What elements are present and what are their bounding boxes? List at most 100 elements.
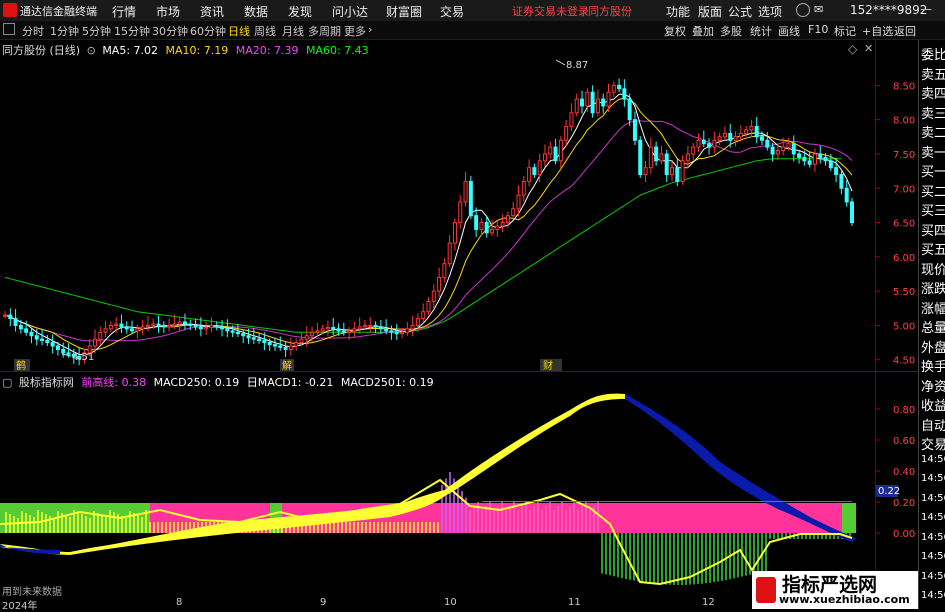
indicator-tick-label: 0.60 (893, 436, 915, 447)
btn-fanhui[interactable]: 返回 (894, 23, 916, 39)
side-panel-item[interactable]: 外盘 (921, 337, 945, 356)
menu-zixun[interactable]: 资讯 (200, 3, 224, 20)
btn-fuquan[interactable]: 复权 (664, 23, 686, 39)
period-more[interactable]: 更多 (344, 23, 366, 39)
menu-banmian[interactable]: 版面 (698, 3, 722, 20)
btn-biaoji[interactable]: 标记 (834, 23, 856, 39)
side-panel-item[interactable]: 14:56 (921, 571, 945, 582)
side-panel-item[interactable]: 涨幅 (921, 298, 945, 317)
btn-zixuan[interactable]: +自选 (862, 23, 893, 39)
menu-wenxiaoda[interactable]: 问小达 (332, 3, 368, 20)
side-panel-item[interactable]: 14:56 (921, 493, 945, 504)
panel-toggle-icon[interactable] (3, 23, 15, 35)
btn-huaxian[interactable]: 画线 (778, 23, 800, 39)
candle-body (294, 342, 299, 347)
menu-gongshi[interactable]: 公式 (728, 3, 752, 20)
candle-body (564, 126, 569, 141)
settings-circle-icon[interactable]: ⊙ (87, 44, 96, 57)
menu-faxian[interactable]: 发现 (288, 3, 312, 20)
period-daily[interactable]: 日线 (228, 23, 250, 39)
kline-chart[interactable]: 8.50 8.00 7.50 7.00 6.50 6.00 5.50 5.00 4.50 8.8… (0, 40, 918, 372)
period-fenshi[interactable]: 分时 (22, 23, 44, 39)
side-panel-item[interactable]: 卖三 (921, 103, 945, 122)
expand-icon[interactable]: ◇ (848, 42, 857, 56)
side-panel-item[interactable]: 卖四 (921, 83, 945, 102)
close-icon[interactable]: ✕ (864, 42, 873, 55)
time-label-sep: 9 (320, 597, 327, 608)
candle-body (521, 180, 526, 196)
side-panel-item[interactable]: 卖二 (921, 122, 945, 141)
side-panel-item[interactable]: 买一 (921, 161, 945, 180)
side-panel-item[interactable]: 总量 (921, 317, 945, 336)
mail-icon[interactable]: ✉ (814, 3, 823, 16)
side-panel-item[interactable]: 卖一 (921, 142, 945, 161)
marker-jie[interactable]: 解 (282, 359, 292, 372)
period-15min[interactable]: 15分钟 (114, 23, 150, 39)
title-bar: 通达信金融终端 行情 市场 资讯 数据 发现 问小达 财富圈 交易 证券交易未登… (0, 0, 945, 22)
candle-body (55, 345, 60, 350)
side-panel-item[interactable]: 买四 (921, 220, 945, 239)
candle-body (198, 326, 203, 330)
side-panel-item[interactable]: 净资 (921, 376, 945, 395)
menu-xuanxiang[interactable]: 选项 (758, 3, 782, 20)
menu-caifuquan[interactable]: 财富圈 (386, 3, 422, 20)
minimize-icon[interactable]: — (920, 2, 932, 16)
period-monthly[interactable]: 月线 (282, 23, 304, 39)
candle-body (193, 324, 198, 328)
period-multi[interactable]: 多周期 (308, 23, 341, 39)
side-panel-item[interactable]: 买五 (921, 239, 945, 258)
candle-body (738, 132, 743, 138)
side-panel-item[interactable]: 14:56 (921, 532, 945, 543)
menu-hangqing[interactable]: 行情 (112, 3, 136, 20)
side-panel-item[interactable]: 交易 (921, 434, 945, 453)
btn-duogu[interactable]: 多股 (720, 23, 742, 39)
btn-tongji[interactable]: 统计 (750, 23, 772, 39)
candle-body (553, 146, 558, 162)
menu-gongneng[interactable]: 功能 (666, 3, 690, 20)
period-weekly[interactable]: 周线 (254, 23, 276, 39)
side-panel-item[interactable]: 收益 (921, 395, 945, 414)
band-green-3 (842, 503, 856, 533)
side-panel-item[interactable]: 委比 (921, 44, 945, 63)
candle-body (66, 352, 71, 355)
marker-he[interactable]: 鹤 (16, 359, 26, 372)
side-panel-item[interactable]: 14:56 (921, 512, 945, 523)
stock-title: 同方股份 (日线) (2, 44, 81, 57)
login-warning[interactable]: 证券交易未登录 (512, 3, 589, 19)
side-panel-item[interactable]: 换手 (921, 356, 945, 375)
stock-link[interactable]: 同方股份 (588, 3, 632, 19)
period-30min[interactable]: 30分钟 (152, 23, 188, 39)
indicator-chart[interactable]: 0.80 0.60 0.40 0.20 0.00 0.22 (0, 372, 918, 597)
side-panel-item[interactable]: 14:56 (921, 551, 945, 562)
side-panel-item[interactable]: 现价 (921, 259, 945, 278)
side-panel-item[interactable]: 买三 (921, 200, 945, 219)
candle-body (590, 91, 595, 114)
future-data-note: 用到未来数据 (2, 587, 62, 598)
btn-diejia[interactable]: 叠加 (692, 23, 714, 39)
candle-body (331, 326, 336, 330)
more-chevron-icon[interactable]: › (368, 23, 372, 36)
marker-cai[interactable]: 财 (543, 359, 553, 372)
candle-body (3, 314, 7, 317)
side-panel-item[interactable]: 卖五 (921, 64, 945, 83)
menu-shuju[interactable]: 数据 (244, 3, 268, 20)
side-panel-item[interactable]: 自动 (921, 415, 945, 434)
period-60min[interactable]: 60分钟 (190, 23, 226, 39)
menu-jiaoyi[interactable]: 交易 (440, 3, 464, 20)
indicator-toggle-icon[interactable]: ▢ (2, 376, 12, 389)
period-toolbar: 分时 1分钟 5分钟 15分钟 30分钟 60分钟 日线 周线 月线 多周期 更… (0, 21, 945, 40)
side-panel-item[interactable]: 14:56 (921, 454, 945, 465)
side-panel-item[interactable]: 14:56 (921, 590, 945, 601)
side-panel-item[interactable]: 买二 (921, 181, 945, 200)
time-label-2024: 2024年 (2, 601, 38, 612)
user-icon[interactable] (796, 3, 810, 17)
side-panel-item[interactable]: 14:56 (921, 473, 945, 484)
side-panel-item[interactable]: 涨跌 (921, 278, 945, 297)
menu-shichang[interactable]: 市场 (156, 3, 180, 20)
candle-body (643, 167, 648, 176)
btn-f10[interactable]: F10 (808, 23, 828, 36)
period-1min[interactable]: 1分钟 (50, 23, 79, 39)
candle-body (495, 225, 500, 230)
user-phone[interactable]: 152****9892 (850, 3, 927, 17)
period-5min[interactable]: 5分钟 (82, 23, 111, 39)
